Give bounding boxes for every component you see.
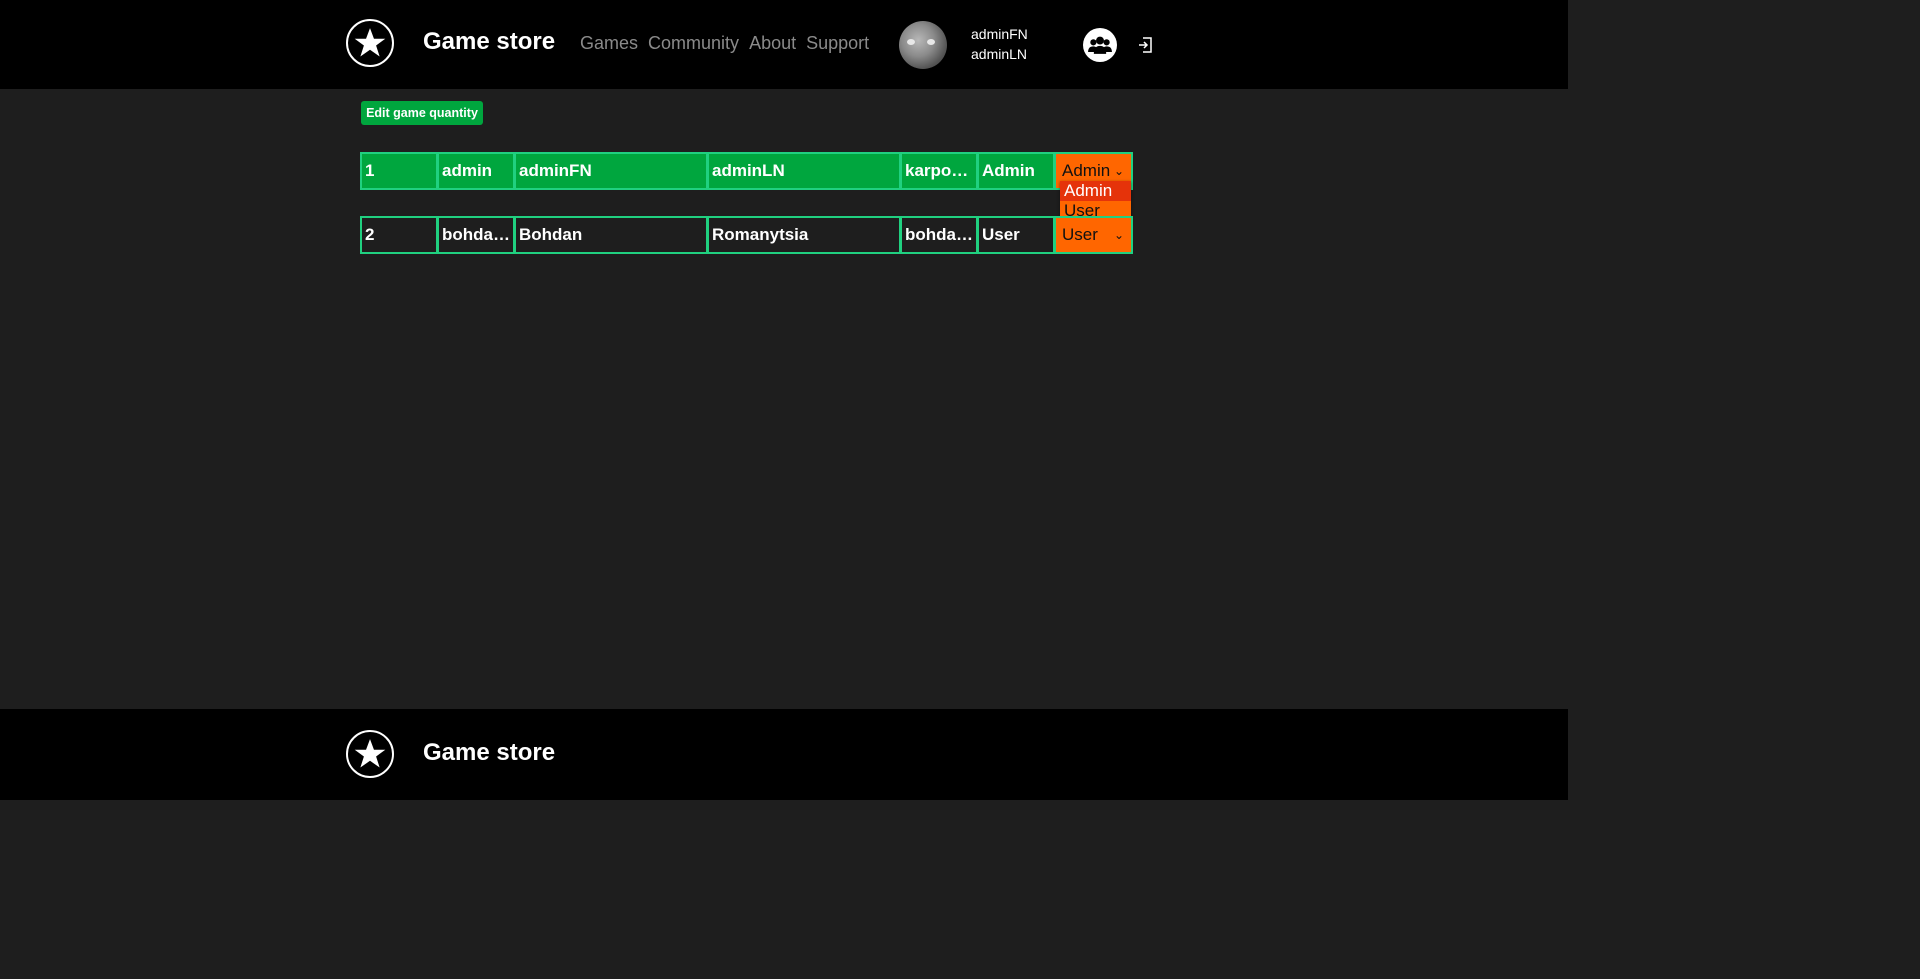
username-cell: admin: [437, 152, 515, 190]
main-nav: Games Community About Support: [580, 33, 869, 54]
user-id-cell: 2: [360, 216, 438, 254]
first-name-cell: adminFN: [514, 152, 708, 190]
user-last-name: adminLN: [971, 46, 1028, 62]
chevron-down-icon: ⌄: [1113, 228, 1124, 242]
footer-title[interactable]: Game store: [423, 739, 555, 767]
role-select-value: User: [1062, 225, 1098, 244]
nav-support[interactable]: Support: [806, 33, 869, 54]
user-first-name: adminFN: [971, 26, 1028, 42]
star-logo-icon[interactable]: [346, 19, 394, 67]
users-icon[interactable]: [1083, 28, 1117, 62]
username-cell: bohda…: [437, 216, 515, 254]
last-name-cell: adminLN: [707, 152, 901, 190]
edit-game-quantity-button[interactable]: Edit game quantity: [361, 101, 483, 125]
first-name-cell: Bohdan: [514, 216, 708, 254]
email-cell: karpov…: [900, 152, 978, 190]
table-row: 2 bohda… Bohdan Romanytsia bohda… User U…: [360, 216, 1136, 254]
user-id-cell: 1: [360, 152, 438, 190]
nav-games[interactable]: Games: [580, 33, 638, 54]
last-name-cell: Romanytsia: [707, 216, 901, 254]
star-logo-icon[interactable]: [346, 730, 394, 778]
role-option-admin[interactable]: Admin: [1060, 181, 1131, 201]
site-header: Game store Games Community About Support…: [0, 0, 1568, 89]
site-footer: Game store: [0, 709, 1568, 800]
table-row: 1 admin adminFN adminLN karpov… Admin Ad…: [360, 152, 1136, 190]
role-select-value: Admin: [1062, 161, 1111, 180]
nav-about[interactable]: About: [749, 33, 796, 54]
avatar[interactable]: [899, 21, 947, 69]
logout-icon[interactable]: [1137, 36, 1153, 54]
nav-community[interactable]: Community: [648, 33, 739, 54]
role-cell: User: [977, 216, 1055, 254]
email-cell: bohda…: [900, 216, 978, 254]
role-select[interactable]: User ⌄: [1054, 216, 1133, 254]
role-cell: Admin: [977, 152, 1055, 190]
site-title[interactable]: Game store: [423, 28, 555, 56]
role-dropdown[interactable]: Admin User: [1060, 181, 1131, 221]
